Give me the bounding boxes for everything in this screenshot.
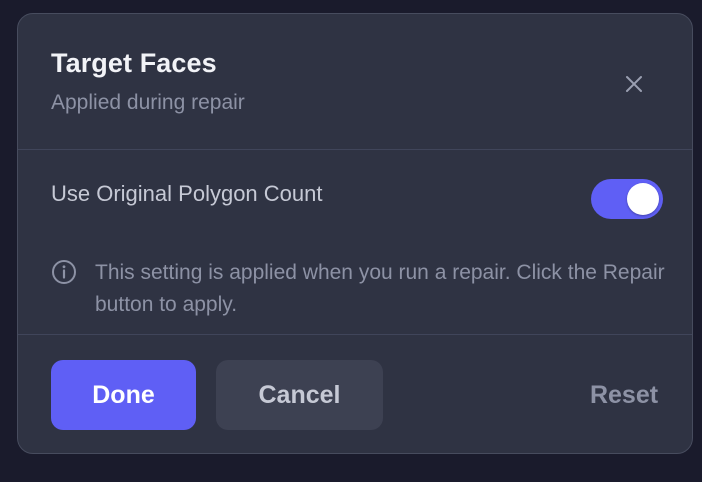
dialog-title: Target Faces bbox=[51, 48, 217, 78]
target-faces-dialog: Target Faces Applied during repair Use O… bbox=[17, 13, 693, 454]
setting-label: Use Original Polygon Count bbox=[51, 181, 323, 206]
dialog-subtitle: Applied during repair bbox=[51, 91, 245, 114]
reset-button[interactable]: Reset bbox=[578, 360, 670, 430]
toggle-knob bbox=[627, 183, 659, 215]
close-button[interactable] bbox=[614, 64, 654, 104]
info-icon bbox=[52, 260, 76, 284]
footer-divider bbox=[18, 334, 692, 335]
original-polygon-count-toggle[interactable] bbox=[591, 179, 663, 219]
info-text: This setting is applied when you run a r… bbox=[95, 261, 665, 316]
dialog-header: Target Faces Applied during repair bbox=[18, 14, 692, 150]
cancel-button[interactable]: Cancel bbox=[216, 360, 383, 430]
close-icon bbox=[626, 76, 642, 92]
done-button[interactable]: Done bbox=[51, 360, 196, 430]
original-polygon-count-setting: Use Original Polygon Count bbox=[51, 179, 663, 223]
